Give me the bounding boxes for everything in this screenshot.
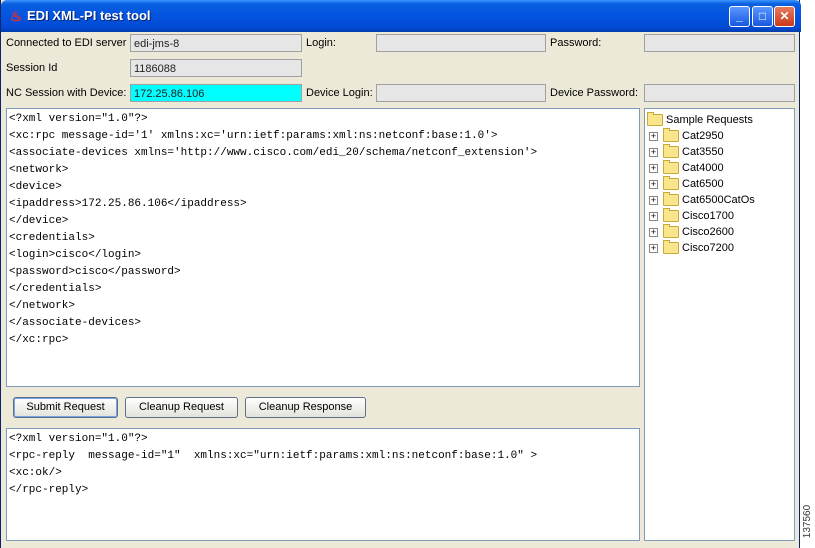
tree-node-label: Cat4000 <box>682 162 724 174</box>
tree-root-label: Sample Requests <box>666 114 753 126</box>
tree-node-label: Cat6500 <box>682 178 724 190</box>
request-line: <password>cisco</password> <box>9 266 181 278</box>
request-line: <login>cisco</login> <box>9 249 142 261</box>
maximize-icon: □ <box>758 9 767 23</box>
device-password-field[interactable] <box>644 84 795 102</box>
nc-session-label: NC Session with Device: <box>6 87 127 99</box>
minimize-button[interactable]: _ <box>729 6 750 27</box>
request-line: <credentials> <box>9 232 95 244</box>
tree-node-cat6500catos[interactable]: + Cat6500CatOs <box>649 192 755 208</box>
request-line: <?xml version="1.0"?> <box>9 113 148 125</box>
maximize-button[interactable]: □ <box>752 6 773 27</box>
window-title: EDI XML-PI test tool <box>27 8 151 23</box>
request-textarea[interactable]: <?xml version="1.0"?> <xc:rpc message-id… <box>6 108 640 387</box>
expand-icon[interactable]: + <box>649 179 658 189</box>
login-field[interactable] <box>376 34 546 52</box>
close-button[interactable]: ✕ <box>774 6 795 27</box>
nc-session-field[interactable]: 172.25.86.106 <box>130 84 302 102</box>
cleanup-response-button[interactable]: Cleanup Response <box>245 397 366 418</box>
figure-id-text: 137560 <box>802 504 813 539</box>
device-password-label: Device Password: <box>550 87 639 99</box>
request-line: </network> <box>9 300 76 312</box>
close-icon: ✕ <box>779 9 790 23</box>
request-line: <network> <box>9 164 69 176</box>
edi-server-field[interactable]: edi-jms-8 <box>130 34 302 52</box>
session-id-label: Session Id <box>6 62 58 74</box>
expand-icon[interactable]: + <box>649 211 658 221</box>
folder-icon <box>647 112 663 127</box>
folder-icon <box>663 192 679 207</box>
folder-icon <box>663 160 679 175</box>
tree-node-label: Cisco2600 <box>682 226 734 238</box>
tree-node-cisco7200[interactable]: + Cisco7200 <box>649 240 734 256</box>
response-line: <xc:ok/> <box>9 467 62 479</box>
tree-node-label: Cat6500CatOs <box>682 194 755 206</box>
figure-id-watermark: 137560 <box>800 498 815 548</box>
tree-node-cat6500[interactable]: + Cat6500 <box>649 176 724 192</box>
expand-icon[interactable]: + <box>649 195 658 205</box>
folder-icon <box>663 128 679 143</box>
password-field[interactable] <box>644 34 795 52</box>
response-line: <rpc-reply message-id="1" xmlns:xc="urn:… <box>9 450 538 462</box>
login-label: Login: <box>306 37 336 49</box>
request-line: <device> <box>9 181 62 193</box>
session-id-field[interactable]: 1186088 <box>130 59 302 77</box>
expand-icon[interactable]: + <box>649 243 658 253</box>
tree-node-cisco2600[interactable]: + Cisco2600 <box>649 224 734 240</box>
folder-icon <box>663 144 679 159</box>
response-line: </rpc-reply> <box>9 484 89 496</box>
request-line: <xc:rpc message-id='1' xmlns:xc='urn:iet… <box>9 130 498 142</box>
request-line: </xc:rpc> <box>9 334 69 346</box>
tree-root[interactable]: Sample Requests <box>647 112 753 128</box>
expand-icon[interactable]: + <box>649 163 658 173</box>
response-textarea[interactable]: <?xml version="1.0"?> <rpc-reply message… <box>6 428 640 541</box>
device-login-label: Device Login: <box>306 87 373 99</box>
edi-server-label: Connected to EDI server <box>6 37 127 49</box>
folder-icon <box>663 224 679 239</box>
expand-icon[interactable]: + <box>649 147 658 157</box>
folder-icon <box>663 176 679 191</box>
expand-icon[interactable]: + <box>649 131 658 141</box>
title-bar[interactable]: ♨ EDI XML-PI test tool _ □ ✕ <box>1 0 801 32</box>
sample-requests-tree[interactable]: Sample Requests + Cat2950 + Cat3550 + Cat40… <box>644 108 795 541</box>
request-line: <associate-devices xmlns='http://www.cis… <box>9 147 538 159</box>
tree-node-cat3550[interactable]: + Cat3550 <box>649 144 724 160</box>
response-line: <?xml version="1.0"?> <box>9 433 148 445</box>
folder-icon <box>663 208 679 223</box>
request-line: </associate-devices> <box>9 317 142 329</box>
tree-node-cat2950[interactable]: + Cat2950 <box>649 128 724 144</box>
expand-icon[interactable]: + <box>649 227 658 237</box>
tree-node-cisco1700[interactable]: + Cisco1700 <box>649 208 734 224</box>
device-login-field[interactable] <box>376 84 546 102</box>
app-window: ♨ EDI XML-PI test tool _ □ ✕ Connected t… <box>0 0 801 548</box>
submit-request-button[interactable]: Submit Request <box>13 397 118 418</box>
request-line: <ipaddress>172.25.86.106</ipaddress> <box>9 198 247 210</box>
minimize-icon: _ <box>736 9 743 23</box>
tree-node-label: Cisco1700 <box>682 210 734 222</box>
password-label: Password: <box>550 37 602 49</box>
java-icon: ♨ <box>9 8 23 24</box>
request-line: </credentials> <box>9 283 102 295</box>
folder-icon <box>663 240 679 255</box>
cleanup-request-button[interactable]: Cleanup Request <box>125 397 238 418</box>
tree-node-cat4000[interactable]: + Cat4000 <box>649 160 724 176</box>
tree-node-label: Cat3550 <box>682 146 724 158</box>
tree-node-label: Cat2950 <box>682 130 724 142</box>
request-line: </device> <box>9 215 69 227</box>
tree-node-label: Cisco7200 <box>682 242 734 254</box>
